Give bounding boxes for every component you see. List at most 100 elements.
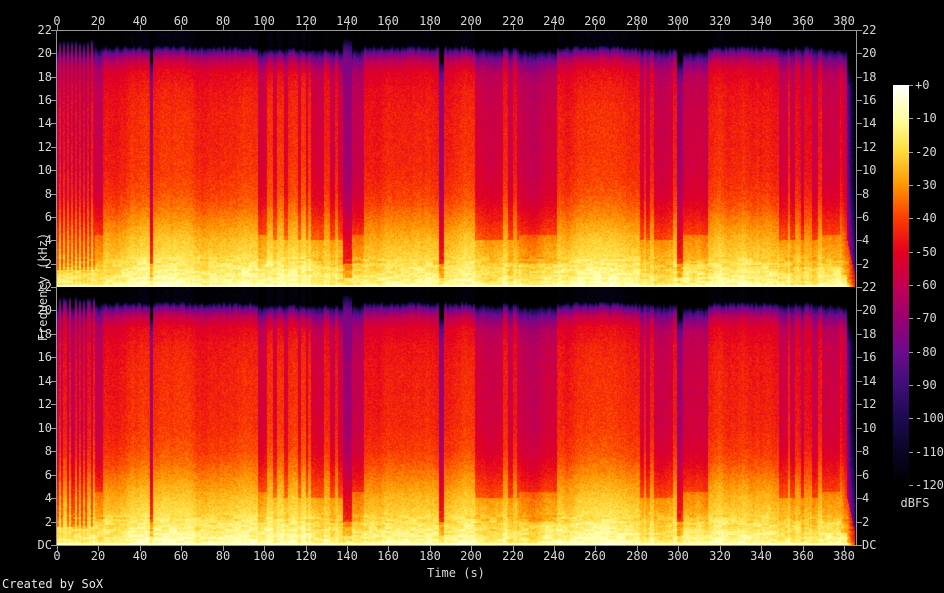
colorbar-tick-label: -10	[915, 111, 937, 125]
freq-tick-label-right: 4	[862, 491, 870, 505]
freq-tick-label-left: 4	[44, 491, 52, 505]
freq-tick-label-right: 18	[862, 327, 877, 341]
time-tick-label-bottom: 200	[460, 549, 482, 563]
colorbar-tick	[909, 185, 913, 186]
freq-tick-label-right: 14	[862, 116, 877, 130]
freq-tick-label-left: 10	[37, 163, 52, 177]
time-tick-label-bottom: 100	[253, 549, 275, 563]
colorbar-tick	[909, 452, 913, 453]
time-tick-label-top: 120	[295, 14, 317, 28]
freq-tick-label-left: 20	[37, 46, 52, 60]
freq-tick-label-left: 22	[37, 23, 52, 37]
freq-tick-label-right: 12	[862, 140, 877, 154]
sox-spectrogram-window: Frequency (kHz) Time (s) dBFS Created by…	[0, 0, 944, 593]
time-tick-label-bottom: 300	[667, 549, 689, 563]
colorbar-tick-label: -80	[915, 345, 937, 359]
freq-tick-label-left: 14	[37, 374, 52, 388]
time-tick-label-bottom: 320	[709, 549, 731, 563]
freq-tick-label-right: 8	[862, 187, 870, 201]
time-tick-label-bottom: 380	[833, 549, 855, 563]
time-tick-label-top: 140	[336, 14, 358, 28]
freq-tick-label-right: 12	[862, 397, 877, 411]
time-tick-label-bottom: 160	[377, 549, 399, 563]
credit-text: Created by SoX	[2, 577, 104, 591]
colorbar-unit-label: dBFS	[900, 496, 930, 510]
colorbar-tick-label: -60	[915, 278, 937, 292]
freq-tick-label-right: 8	[862, 444, 870, 458]
time-tick-label-bottom: 340	[750, 549, 772, 563]
time-tick-label-bottom: 240	[543, 549, 565, 563]
freq-tick-label-right: 14	[862, 374, 877, 388]
freq-tick-label-left: 6	[44, 468, 52, 482]
freq-tick-label-left: 2	[44, 257, 52, 271]
freq-tick-label-left: 12	[37, 140, 52, 154]
colorbar-tick-label: -20	[915, 145, 937, 159]
time-tick-label-top: 260	[584, 14, 606, 28]
colorbar	[893, 85, 909, 485]
colorbar-tick	[909, 485, 913, 486]
freq-tick-label-left: 14	[37, 116, 52, 130]
time-tick-label-bottom: 280	[626, 549, 648, 563]
freq-tick-label-left: 8	[44, 187, 52, 201]
freq-tick-label-left: 18	[37, 70, 52, 84]
freq-tick-label-right: 22	[862, 23, 877, 37]
colorbar-tick-label: -110	[915, 445, 944, 459]
freq-tick-label-right: 16	[862, 350, 877, 364]
time-tick-label-top: 280	[626, 14, 648, 28]
freq-tick-label-right: 10	[862, 421, 877, 435]
colorbar-tick	[909, 218, 913, 219]
x-axis-title: Time (s)	[427, 566, 485, 580]
freq-tick-label-right: 22	[862, 280, 877, 294]
freq-tick-label-right: 10	[862, 163, 877, 177]
freq-tick-label-left: 2	[44, 515, 52, 529]
time-tick-label-top: 220	[502, 14, 524, 28]
freq-tick-label-right: 4	[862, 233, 870, 247]
freq-tick-label-left: 6	[44, 210, 52, 224]
time-tick-label-top: 60	[173, 14, 189, 28]
spectrogram-channel-2	[57, 287, 855, 545]
colorbar-tick	[909, 252, 913, 253]
colorbar-tick-label: -40	[915, 211, 937, 225]
freq-tick-label-right: 6	[862, 468, 870, 482]
freq-tick-label-left: 16	[37, 350, 52, 364]
freq-tick-label-right: 20	[862, 46, 877, 60]
freq-tick-label-right: 6	[862, 210, 870, 224]
colorbar-tick	[909, 385, 913, 386]
time-tick-label-top: 40	[132, 14, 148, 28]
colorbar-tick-label: -30	[915, 178, 937, 192]
time-tick-label-top: 360	[792, 14, 814, 28]
time-tick-label-bottom: 80	[215, 549, 231, 563]
time-tick-label-top: 20	[90, 14, 106, 28]
time-tick-label-top: 160	[377, 14, 399, 28]
freq-tick-label-left: DC	[37, 538, 52, 552]
time-tick-label-bottom: 60	[173, 549, 189, 563]
time-tick-label-top: 100	[253, 14, 275, 28]
freq-tick-label-left: 4	[44, 233, 52, 247]
freq-tick-label-right: 2	[862, 257, 870, 271]
time-tick-label-top: 340	[750, 14, 772, 28]
time-tick-label-bottom: 120	[295, 549, 317, 563]
colorbar-tick-label: -120	[915, 478, 944, 492]
time-tick-label-bottom: 260	[584, 549, 606, 563]
colorbar-tick-label: +0	[915, 78, 930, 92]
colorbar-tick	[909, 318, 913, 319]
freq-tick-label-left: 16	[37, 93, 52, 107]
freq-tick-label-right: 2	[862, 515, 870, 529]
colorbar-tick	[909, 85, 913, 86]
time-tick-label-top: 300	[667, 14, 689, 28]
colorbar-tick	[909, 352, 913, 353]
colorbar-tick	[909, 418, 913, 419]
freq-tick-label-left: 20	[37, 303, 52, 317]
freq-tick-label-right: DC	[862, 538, 877, 552]
colorbar-tick-label: -70	[915, 311, 937, 325]
colorbar-tick	[909, 285, 913, 286]
time-tick-label-top: 180	[419, 14, 441, 28]
spectrogram-channel-1	[57, 31, 855, 287]
freq-tick-label-left: 12	[37, 397, 52, 411]
freq-tick-label-left: 22	[37, 280, 52, 294]
colorbar-tick	[909, 152, 913, 153]
time-tick-label-bottom: 180	[419, 549, 441, 563]
time-tick-label-top: 200	[460, 14, 482, 28]
time-tick-label-top: 80	[215, 14, 231, 28]
freq-tick-label-right: 16	[862, 93, 877, 107]
